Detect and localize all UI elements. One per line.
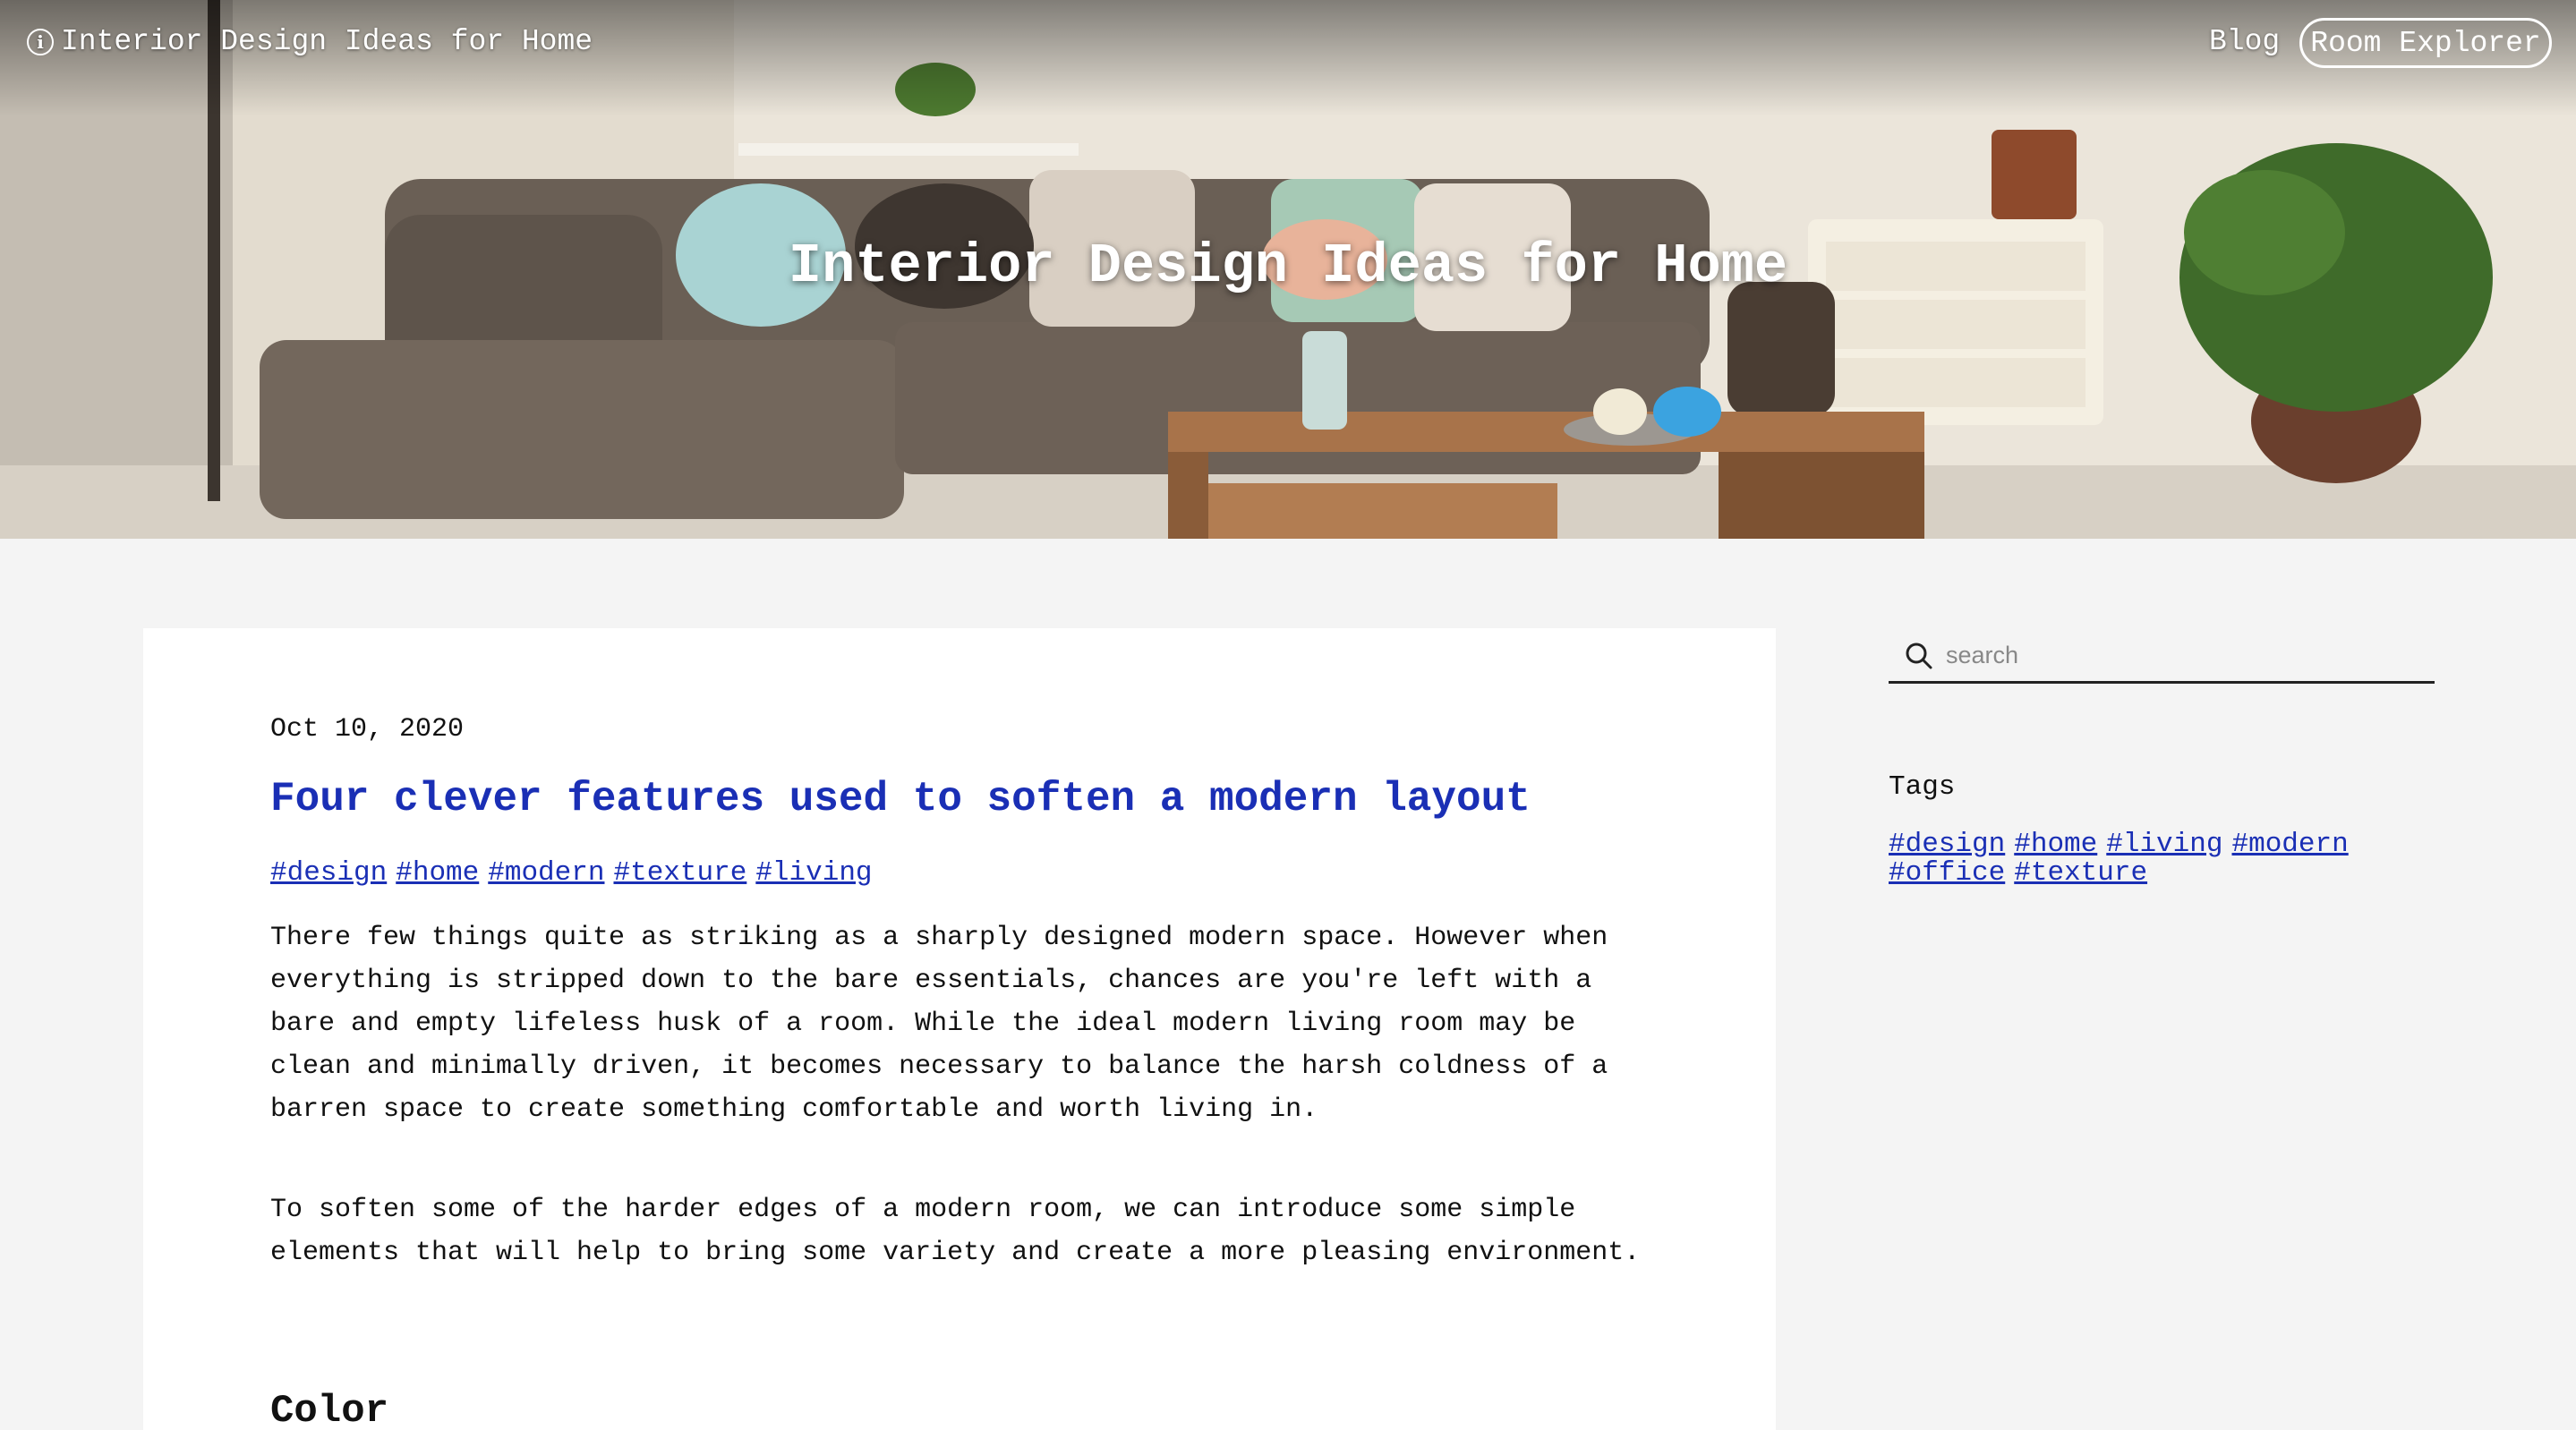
- sidebar-tag-office[interactable]: #office: [1889, 857, 2005, 889]
- room-explorer-button[interactable]: Room Explorer: [2299, 18, 2552, 68]
- info-icon: i: [27, 28, 54, 55]
- sidebar-tag-home[interactable]: #home: [2014, 829, 2097, 860]
- post-tag-living[interactable]: #living: [755, 857, 872, 889]
- sidebar-tag-texture[interactable]: #texture: [2014, 857, 2147, 889]
- post-tag-modern[interactable]: #modern: [488, 857, 604, 889]
- section-heading: Color: [270, 1389, 389, 1430]
- post-tag-texture[interactable]: #texture: [613, 857, 746, 889]
- hero-title: Interior Design Ideas for Home: [788, 234, 1788, 298]
- brand-link[interactable]: i Interior Design Ideas for Home: [27, 25, 593, 58]
- nav-blog-link[interactable]: Blog: [2209, 25, 2280, 58]
- post-paragraph: There few things quite as striking as a …: [270, 923, 1608, 1125]
- post-date: Oct 10, 2020: [270, 714, 465, 745]
- search-input[interactable]: [1946, 642, 2411, 669]
- sidebar-tag-modern[interactable]: #modern: [2231, 829, 2348, 860]
- hero-top-shade: [0, 0, 2576, 116]
- post-tag-design[interactable]: #design: [270, 857, 387, 889]
- brand-label: Interior Design Ideas for Home: [61, 25, 593, 58]
- hero-banner: i Interior Design Ideas for Home Blog Ro…: [0, 0, 2576, 539]
- tag-cloud: #design #home #living #modern #office #textur…: [1889, 830, 2444, 888]
- post-title-link[interactable]: Four clever features used to soften a mo…: [270, 776, 1531, 822]
- post-tag-home[interactable]: #home: [396, 857, 479, 889]
- post-card: Oct 10, 2020 Four clever features used t…: [143, 628, 1776, 1430]
- tags-heading: Tags: [1889, 771, 1956, 803]
- post-tags: #design #home #modern #texture #living: [270, 857, 873, 889]
- search-icon: [1906, 643, 1932, 668]
- search-box: [1889, 630, 2435, 684]
- post-paragraph: To soften some of the harder edges of a …: [270, 1195, 1641, 1268]
- sidebar-tag-living[interactable]: #living: [2106, 829, 2222, 860]
- sidebar-tag-design[interactable]: #design: [1889, 829, 2005, 860]
